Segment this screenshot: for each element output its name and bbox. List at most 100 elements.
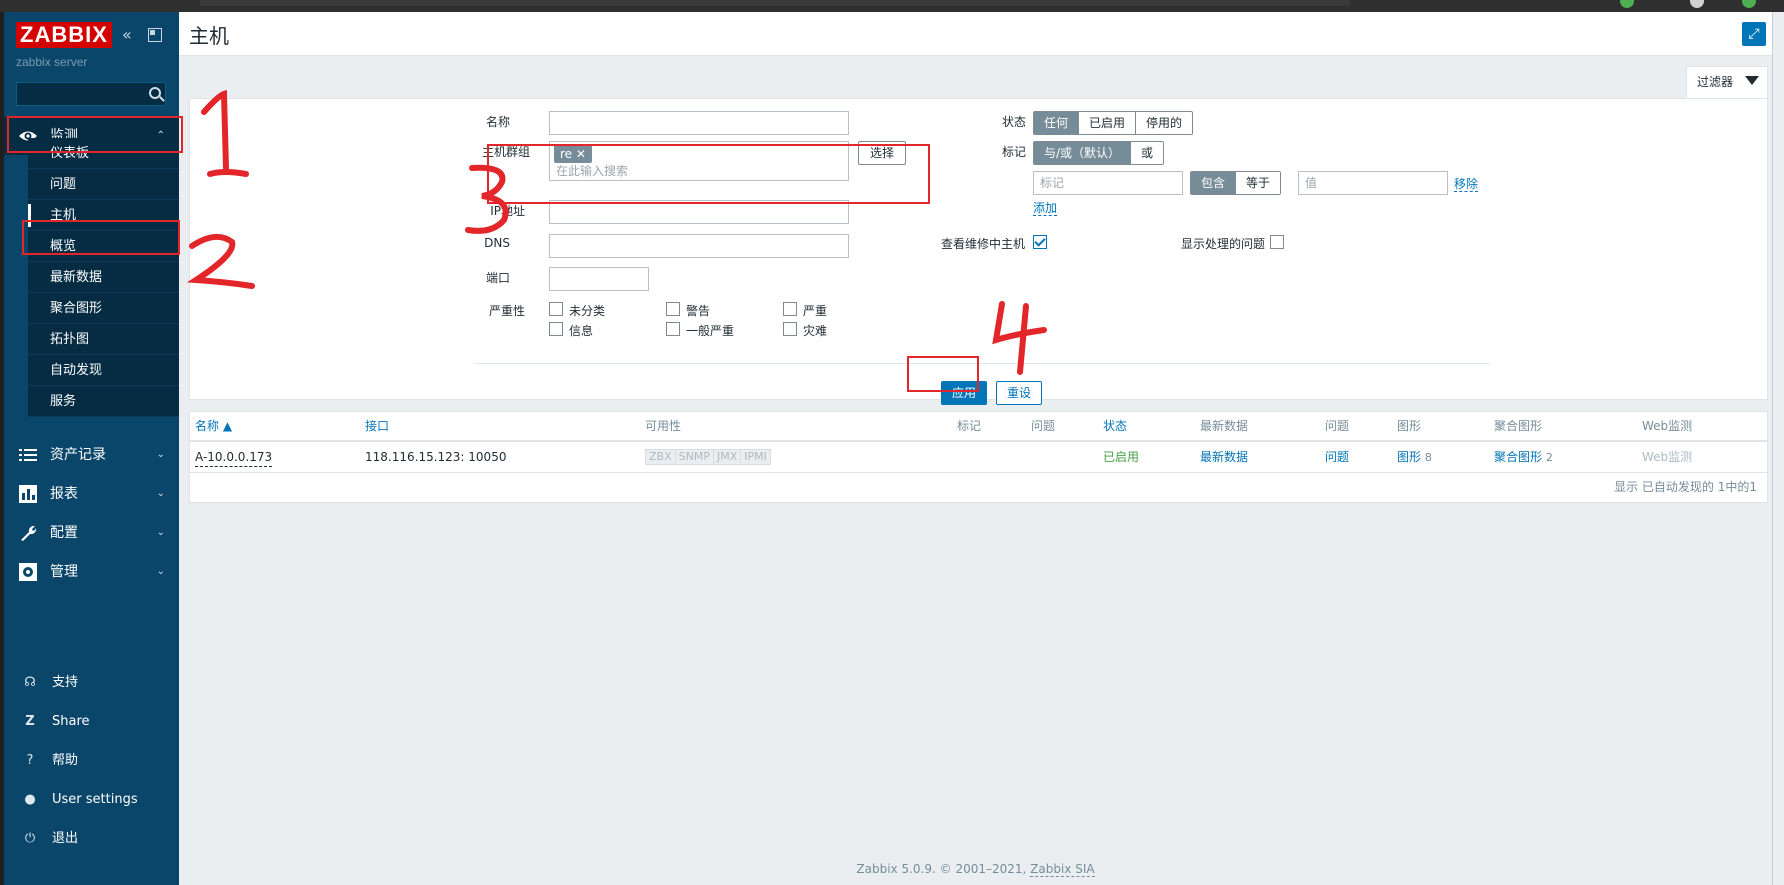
remove-tag-link[interactable]: 移除 — [1454, 177, 1479, 192]
screens-count: 2 — [1545, 451, 1553, 464]
menu-share[interactable]: Z Share — [4, 705, 179, 739]
menu-label: 支持 — [52, 675, 79, 690]
tag-match-equals[interactable]: 等于 — [1235, 172, 1281, 194]
gear-icon — [19, 563, 37, 581]
column-header-latest-data: 最新数据 — [1200, 419, 1249, 433]
tag-operator-or[interactable]: 或 — [1130, 142, 1164, 164]
main-content: 主机 ⤢ 过滤器 名称 主机群组 re ✕ 在此输入搜索 选择 IP地址 DNS… — [179, 12, 1784, 885]
annotation-number-4 — [992, 301, 1047, 375]
tag-operator-and-or[interactable]: 与/或（默认） — [1034, 142, 1131, 164]
maintenance-checkbox[interactable] — [1033, 235, 1047, 249]
annotation-number-3 — [465, 164, 509, 234]
severity-checkbox[interactable] — [666, 322, 680, 336]
page-header: 主机 ⤢ — [179, 12, 1772, 56]
list-icon — [19, 449, 37, 461]
tag-match-contains[interactable]: 包含 — [1191, 172, 1236, 194]
suppressed-checkbox[interactable] — [1270, 235, 1284, 249]
problems-link[interactable]: 问题 — [1325, 442, 1349, 472]
dns-field[interactable] — [549, 234, 849, 258]
column-header-status[interactable]: 状态 — [1103, 412, 1127, 440]
status-segmented[interactable]: 任何 已启用 停用的 — [1033, 111, 1194, 135]
host-status[interactable]: 已启用 — [1103, 442, 1139, 472]
collapse-sidebar-icon[interactable]: « — [122, 26, 132, 44]
search-icon[interactable] — [149, 87, 161, 99]
sidebar-item-maps[interactable]: 拓扑图 — [28, 324, 179, 355]
severity-checkbox[interactable] — [783, 322, 797, 336]
menu-signout[interactable]: ⏻ 退出 — [4, 822, 179, 856]
availability-badges: ZBX SNMP JMX IPMI — [645, 449, 771, 465]
zabbix-sia-link[interactable]: Zabbix SIA — [1030, 862, 1095, 877]
menu-support[interactable]: ☊ 支持 — [4, 666, 179, 700]
severity-checkbox[interactable] — [549, 322, 563, 336]
menu-label: 管理 — [50, 564, 78, 580]
host-interface: 118.116.15.123: 10050 — [365, 450, 507, 464]
menu-help[interactable]: ? 帮助 — [4, 744, 179, 778]
column-header-tags: 标记 — [957, 419, 982, 433]
screens-link[interactable]: 聚合图形 2 — [1494, 442, 1553, 472]
screens-link-label: 聚合图形 — [1494, 450, 1543, 464]
status-option-any[interactable]: 任何 — [1034, 112, 1079, 134]
annotation-box-hostgroup — [487, 144, 930, 204]
annotation-number-2 — [186, 233, 255, 289]
availability-jmx: JMX — [712, 450, 741, 464]
status-option-disabled[interactable]: 停用的 — [1135, 112, 1193, 134]
reset-button[interactable]: 重设 — [996, 381, 1042, 405]
column-header-name[interactable]: 名称 ▲ — [195, 412, 232, 440]
severity-option: 警告 — [686, 304, 711, 318]
severity-option: 灾难 — [803, 324, 828, 338]
availability-ipmi: IPMI — [740, 450, 770, 464]
filter-divider — [475, 363, 1490, 364]
graphs-count: 8 — [1424, 451, 1432, 464]
zabbix-logo[interactable]: ZABBIX — [16, 22, 112, 48]
severity-checkbox[interactable] — [783, 302, 797, 316]
severity-option: 未分类 — [569, 304, 606, 318]
status-option-enabled[interactable]: 已启用 — [1078, 112, 1136, 134]
column-header-problems: 问题 — [1031, 419, 1056, 433]
menu-label: 帮助 — [52, 753, 79, 768]
kiosk-mode-icon[interactable] — [148, 28, 162, 42]
help-icon: ? — [26, 753, 34, 768]
port-field[interactable] — [549, 267, 649, 291]
copyright-text: Zabbix 5.0.9. © 2001–2021, — [856, 862, 1031, 876]
severity-checkbox[interactable] — [666, 302, 680, 316]
column-header-screens: 聚合图形 — [1494, 419, 1543, 433]
menu-label: 配置 — [50, 525, 78, 541]
sidebar-item-latest-data[interactable]: 最新数据 — [28, 262, 179, 293]
share-icon: Z — [25, 714, 35, 729]
funnel-icon — [1745, 76, 1759, 85]
tag-operator-segmented[interactable]: 与/或（默认） 或 — [1033, 141, 1165, 165]
availability-snmp: SNMP — [674, 450, 713, 464]
host-name-link[interactable]: A-10.0.0.173 — [195, 447, 273, 467]
tag-match-segmented[interactable]: 包含 等于 — [1190, 171, 1282, 195]
menu-administration[interactable]: 管理 ⌄ — [4, 553, 179, 591]
sidebar-item-discovery[interactable]: 自动发现 — [28, 355, 179, 386]
graphs-link[interactable]: 图形 8 — [1397, 442, 1432, 472]
tag-value-field[interactable]: 值 — [1298, 171, 1448, 195]
severity-checkbox[interactable] — [549, 302, 563, 316]
fullscreen-button[interactable]: ⤢ — [1742, 22, 1766, 46]
indicator-icon — [1620, 0, 1634, 8]
hosts-table: 名称 ▲ 接口 可用性 标记 问题 状态 最新数据 问题 图形 聚合图形 Web… — [189, 411, 1768, 503]
add-tag-link[interactable]: 添加 — [1033, 201, 1058, 216]
chevron-down-icon: ⌄ — [156, 527, 165, 538]
menu-reports[interactable]: 报表 ⌄ — [4, 475, 179, 513]
tag-name-field[interactable]: 标记 — [1033, 171, 1183, 195]
sidebar-item-problems[interactable]: 问题 — [28, 169, 179, 200]
filter-tab[interactable]: 过滤器 — [1686, 66, 1768, 100]
menu-configuration[interactable]: 配置 ⌄ — [4, 514, 179, 552]
name-field[interactable] — [549, 111, 849, 135]
scrollbar[interactable] — [1772, 12, 1784, 885]
sidebar-item-services[interactable]: 服务 — [28, 386, 179, 417]
latest-data-link[interactable]: 最新数据 — [1200, 442, 1248, 472]
column-header-availability: 可用性 — [645, 419, 682, 433]
menu-label: 报表 — [50, 486, 78, 502]
menu-user-settings[interactable]: ● User settings — [4, 783, 179, 817]
port-label: 端口 — [485, 271, 510, 285]
availability-zbx: ZBX — [646, 450, 675, 464]
menu-inventory[interactable]: 资产记录 ⌄ — [4, 436, 179, 474]
sidebar-item-screens[interactable]: 聚合图形 — [28, 293, 179, 324]
column-header-interface[interactable]: 接口 — [365, 412, 389, 440]
menu-label: Share — [52, 714, 90, 729]
menu-label: User settings — [52, 792, 138, 807]
sidebar-search-input[interactable] — [16, 82, 166, 106]
